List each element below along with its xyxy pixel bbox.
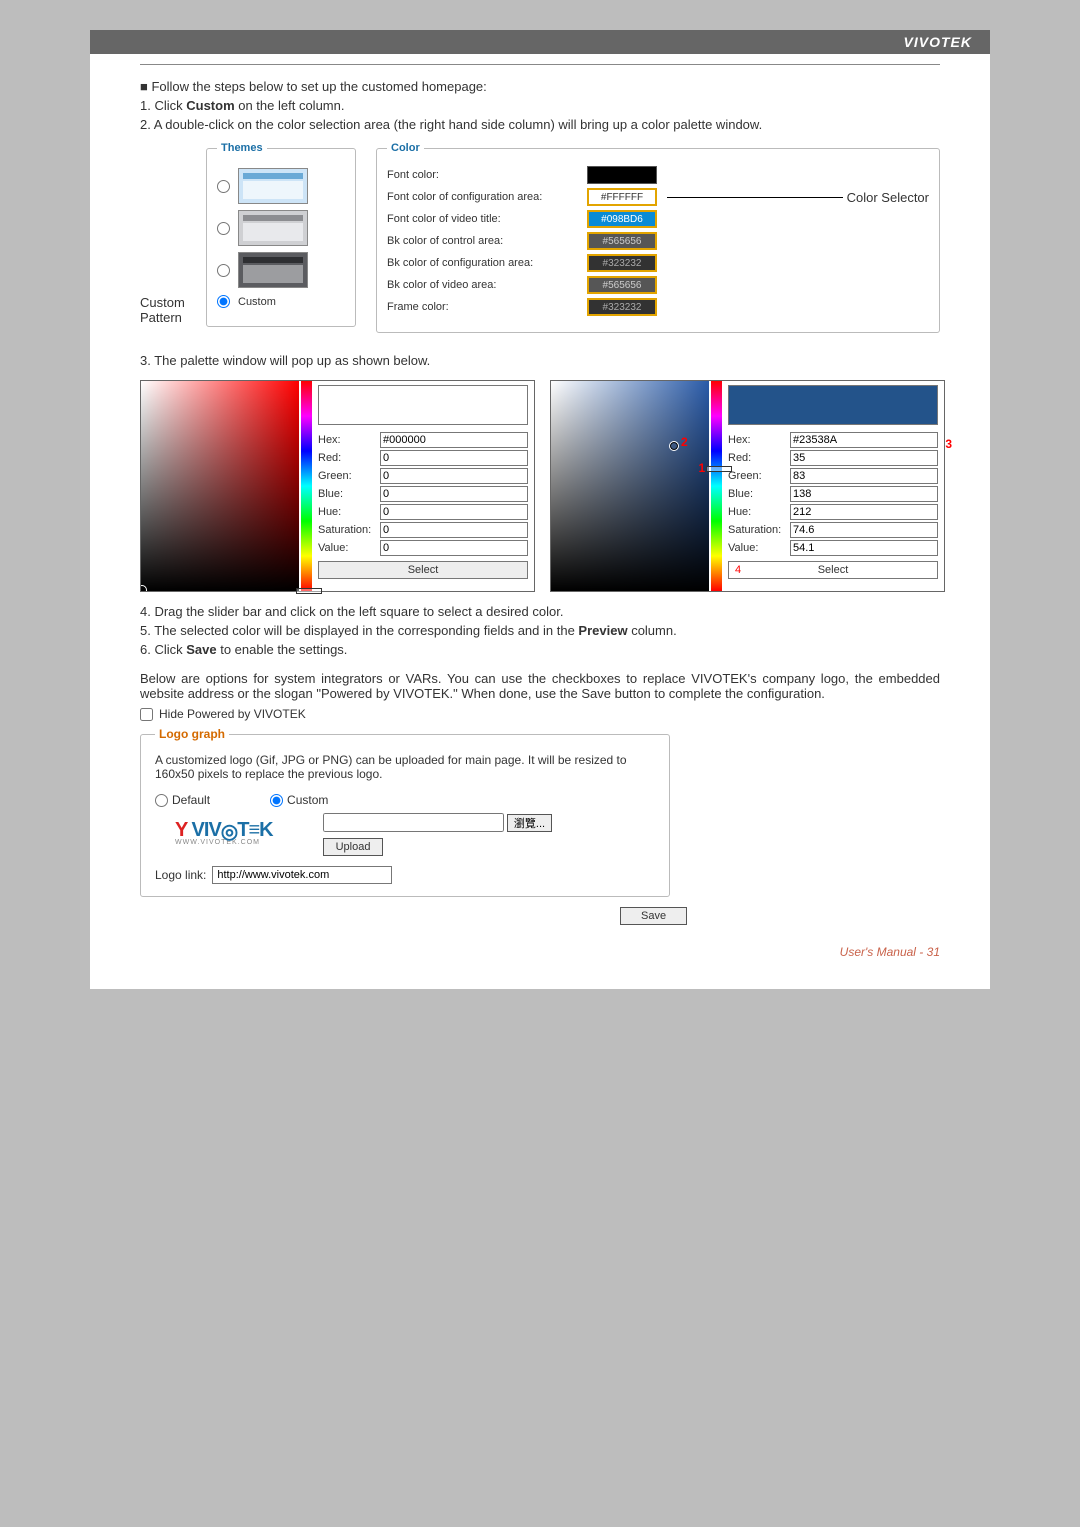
logo-link-input[interactable] [212,866,392,884]
swatch-ctrlbk[interactable]: #565656 [587,232,657,250]
logo-fieldset: Logo graph A customized logo (Gif, JPG o… [140,727,670,897]
lbl-hex2: Hex: [728,434,786,446]
palette-window-2: 2 1 Hex: Red: Green: Blue: Hue: Saturati… [550,380,945,592]
lbl-hue: Hue: [318,506,376,518]
inp-hex-2[interactable] [790,432,938,448]
theme-custom-label: Custom [238,296,276,308]
satval-area-1[interactable] [141,381,299,591]
mark-4: 4 [735,562,741,578]
lbl-blue: Blue: [318,488,376,500]
themes-fieldset: Themes Custom [206,142,356,327]
select-button-1[interactable]: Select [318,561,528,579]
swatch-frame[interactable]: #323232 [587,298,657,316]
page-header-brand: VIVOTEK [90,30,990,54]
lbl-blue2: Blue: [728,488,786,500]
logo-custom-option[interactable]: Custom [270,793,328,807]
mark-3: 3 [945,437,952,451]
lbl-hex: Hex: [318,434,376,446]
swatch-confbk[interactable]: #323232 [587,254,657,272]
color-fieldset: Color Font color: Font color of configur… [376,142,940,333]
inp-hue-1[interactable] [380,504,528,520]
divider [140,64,940,65]
inp-blue-1[interactable] [380,486,528,502]
lbl-sat: Saturation: [318,524,376,536]
theme-radio-custom[interactable] [217,295,230,308]
preview-box-2 [728,385,938,425]
color-label-conf-font: Font color of configuration area: [387,191,577,203]
mark-1: 1 [699,461,706,475]
step3: 3. The palette window will pop up as sho… [140,353,940,368]
callout-color-selector: Color Selector [847,190,929,205]
theme-radio-2[interactable] [217,222,230,235]
lbl-red2: Red: [728,452,786,464]
inp-sat-2[interactable] [790,522,938,538]
step4: 4. Drag the slider bar and click on the … [140,604,940,619]
inp-blue-2[interactable] [790,486,938,502]
inp-val-2[interactable] [790,540,938,556]
lbl-hue2: Hue: [728,506,786,518]
color-label-vtitle: Font color of video title: [387,213,577,225]
logo-legend: Logo graph [155,727,229,741]
hue-bar-2[interactable]: 1 [711,381,722,591]
color-legend: Color [387,142,424,154]
theme-radio-1[interactable] [217,180,230,193]
color-label-confbk: Bk color of configuration area: [387,257,577,269]
hue-slider-2[interactable] [706,466,732,472]
lbl-val: Value: [318,542,376,554]
logo-file-input[interactable] [323,813,504,832]
intro-line0: Follow the steps below to set up the cus… [140,79,940,94]
logo-link-label: Logo link: [155,868,206,882]
page-footer: User's Manual - 31 [90,925,990,959]
step6: 6. Click Save to enable the settings. [140,642,940,657]
satval-area-2[interactable]: 2 [551,381,709,591]
color-label-vidbk: Bk color of video area: [387,279,577,291]
swatch-font[interactable] [587,166,657,184]
lbl-sat2: Saturation: [728,524,786,536]
theme-thumb-1[interactable] [238,168,308,204]
save-button[interactable]: Save [620,907,687,925]
upload-button[interactable]: Upload [323,838,384,856]
theme-thumb-2[interactable] [238,210,308,246]
palette-window-1: Hex: Red: Green: Blue: Hue: Saturation: … [140,380,535,592]
browse-button[interactable]: 瀏覽... [507,814,552,832]
inp-red-2[interactable] [790,450,938,466]
logo-default-option[interactable]: Default [155,793,210,807]
preview-box-1 [318,385,528,425]
vivotek-logo: Y VIV◎T≡K WWW.VIVOTEK.COM [175,817,273,846]
theme-thumb-3[interactable] [238,252,308,288]
color-label-frame: Frame color: [387,301,577,313]
inp-red-1[interactable] [380,450,528,466]
inp-val-1[interactable] [380,540,528,556]
inp-hue-2[interactable] [790,504,938,520]
vars-para: Below are options for system integrators… [140,671,940,701]
lbl-green2: Green: [728,470,786,482]
select-button-2[interactable]: 4Select [728,561,938,579]
color-label-ctrlbk: Bk color of control area: [387,235,577,247]
inp-hex-1[interactable] [380,432,528,448]
color-label-font: Font color: [387,169,577,181]
inp-green-2[interactable] [790,468,938,484]
hue-bar-1[interactable] [301,381,312,591]
intro-step1: 1. Click Custom on the left column. [140,98,940,113]
logo-desc: A customized logo (Gif, JPG or PNG) can … [155,753,655,781]
swatch-vtitle[interactable]: #098BD6 [587,210,657,228]
swatch-vidbk[interactable]: #565656 [587,276,657,294]
theme-radio-3[interactable] [217,264,230,277]
mark-2: 2 [681,435,688,449]
step5: 5. The selected color will be displayed … [140,623,940,638]
lbl-red: Red: [318,452,376,464]
inp-sat-1[interactable] [380,522,528,538]
intro-step2: 2. A double-click on the color selection… [140,117,940,132]
inp-green-1[interactable] [380,468,528,484]
lbl-green: Green: [318,470,376,482]
lbl-val2: Value: [728,542,786,554]
hue-slider-1[interactable] [296,588,322,594]
hide-powered-checkbox[interactable] [140,708,153,721]
swatch-conf-font[interactable]: #FFFFFF [587,188,657,206]
hide-powered-label: Hide Powered by VIVOTEK [159,707,306,721]
callout-custom-pattern: Custom Pattern [140,295,185,325]
themes-legend: Themes [217,142,267,154]
